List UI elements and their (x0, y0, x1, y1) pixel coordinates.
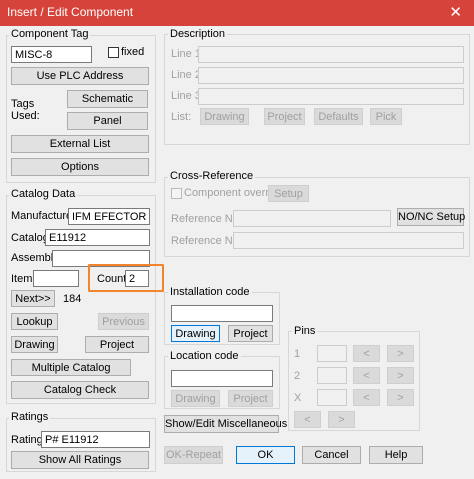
window-title: Insert / Edit Component (7, 5, 134, 19)
rating-input[interactable]: P# E11912 (41, 431, 150, 448)
list-label: List: (171, 111, 192, 123)
next-button[interactable]: Next>> (11, 290, 55, 307)
description-defaults-button[interactable]: Defaults (314, 108, 363, 125)
ratings-group-label: Ratings (9, 411, 51, 423)
pins-prev-button[interactable]: < (294, 411, 321, 428)
catalog-input[interactable]: E11912 (45, 229, 150, 246)
pin2-next-button[interactable]: > (387, 367, 414, 384)
description-project-button[interactable]: Project (264, 108, 305, 125)
pin1-prev-button[interactable]: < (353, 345, 380, 362)
catalog-check-button[interactable]: Catalog Check (11, 381, 149, 399)
line3-label: Line 3 (171, 90, 201, 102)
pins-next-button[interactable]: > (328, 411, 355, 428)
catalog-data-group-label: Catalog Data (9, 188, 78, 200)
use-plc-address-button[interactable]: Use PLC Address (11, 67, 149, 85)
next-number: 184 (63, 293, 82, 305)
title-bar[interactable]: Insert / Edit Component ✕ (0, 0, 474, 26)
manufacturer-input[interactable]: IFM EFECTOR (68, 208, 150, 225)
installation-code-group-label: Installation code (168, 286, 252, 298)
location-project-button[interactable]: Project (228, 390, 273, 407)
setup-button[interactable]: Setup (268, 185, 309, 202)
count-label: Count (97, 273, 127, 285)
pin1-next-button[interactable]: > (387, 345, 414, 362)
show-all-ratings-button[interactable]: Show All Ratings (11, 451, 149, 469)
line2-label: Line 2 (171, 69, 201, 81)
options-button[interactable]: Options (11, 158, 149, 176)
installation-code-input[interactable] (171, 305, 273, 322)
line3-input[interactable] (198, 88, 464, 105)
description-pick-button[interactable]: Pick (370, 108, 402, 125)
reference-nc-label: Reference NC (171, 235, 241, 247)
reference-nc-input[interactable] (233, 232, 464, 249)
show-edit-miscellaneous-button[interactable]: Show/Edit Miscellaneous (164, 415, 287, 433)
pins-group-label: Pins (292, 325, 318, 337)
pin2-prev-button[interactable]: < (353, 367, 380, 384)
component-tag-group-label: Component Tag (9, 28, 91, 40)
cross-reference-group-label: Cross-Reference (168, 170, 256, 182)
pin3-prev-button[interactable]: < (353, 389, 380, 406)
catalog-label: Catalog (11, 232, 49, 244)
item-input[interactable] (33, 270, 79, 287)
pin3-next-button[interactable]: > (387, 389, 414, 406)
manufacturer-label: Manufacturer (11, 210, 76, 222)
pin3-input[interactable] (317, 389, 347, 406)
installation-drawing-button[interactable]: Drawing (171, 325, 220, 342)
cancel-button[interactable]: Cancel (302, 446, 361, 464)
fixed-label: fixed (121, 46, 145, 58)
multiple-catalog-button[interactable]: Multiple Catalog (11, 359, 131, 376)
lookup-button[interactable]: Lookup (11, 313, 58, 330)
catalog-drawing-button[interactable]: Drawing (11, 336, 58, 353)
panel-button[interactable]: Panel (67, 112, 148, 130)
installation-project-button[interactable]: Project (228, 325, 273, 342)
ok-button[interactable]: OK (236, 446, 295, 464)
schematic-button[interactable]: Schematic (67, 90, 148, 108)
reference-no-label: Reference NO (171, 213, 242, 225)
item-label: Item (11, 273, 33, 285)
pin-row2-label: 2 (294, 370, 301, 382)
location-code-input[interactable] (171, 370, 273, 387)
reference-no-input[interactable] (233, 210, 391, 227)
component-tag-input[interactable]: MISC-8 (11, 46, 92, 63)
pin2-input[interactable] (317, 367, 347, 384)
pin-row3-label: X (294, 392, 302, 404)
location-drawing-button[interactable]: Drawing (171, 390, 220, 407)
nonc-setup-button[interactable]: NO/NC Setup (397, 208, 465, 226)
pin-row1-label: 1 (294, 348, 301, 360)
description-drawing-button[interactable]: Drawing (200, 108, 249, 125)
line2-input[interactable] (198, 67, 464, 84)
previous-button[interactable]: Previous (98, 313, 149, 330)
component-override-checkbox[interactable] (171, 188, 182, 199)
ok-repeat-button[interactable]: OK-Repeat (164, 446, 223, 464)
help-button[interactable]: Help (369, 446, 423, 464)
tags-used-label: Tags Used: (11, 98, 40, 122)
external-list-button[interactable]: External List (11, 135, 149, 153)
location-code-group-label: Location code (168, 350, 241, 362)
line1-input[interactable] (198, 46, 464, 63)
pin1-input[interactable] (317, 345, 347, 362)
line1-label: Line 1 (171, 48, 201, 60)
close-icon[interactable]: ✕ (449, 3, 462, 21)
catalog-project-button[interactable]: Project (85, 336, 149, 353)
fixed-checkbox[interactable] (108, 47, 119, 58)
rating-label: Rating (11, 434, 43, 446)
count-input[interactable]: 2 (125, 270, 149, 287)
description-group-label: Description (168, 28, 228, 40)
